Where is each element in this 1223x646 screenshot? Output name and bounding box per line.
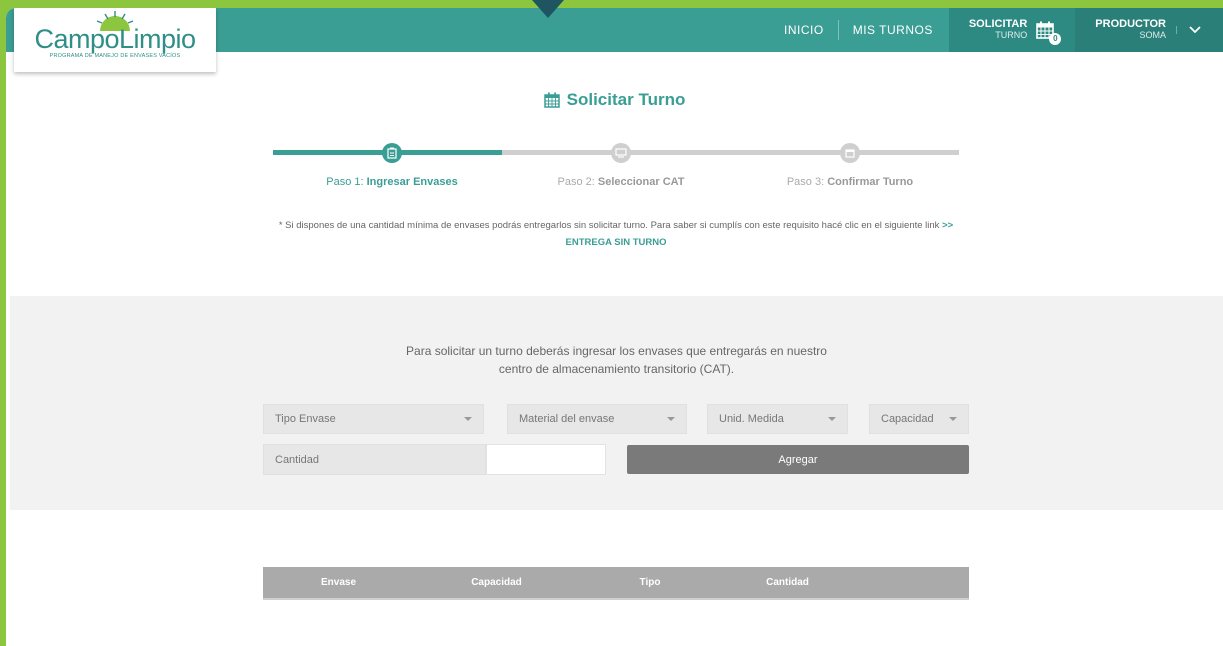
progress-stepper: Paso 1: Ingresar Envases Paso 2: Selecci… [273, 143, 959, 195]
calendar-icon [543, 92, 560, 108]
agregar-button[interactable]: Agregar [627, 445, 969, 474]
nav-mis-turnos[interactable]: MIS TURNOS [839, 8, 947, 52]
envases-table-header: Envase Capacidad Tipo Cantidad [263, 567, 969, 600]
app-frame: INICIO MIS TURNOS SOLICITAR TURNO 0 PROD… [6, 8, 1223, 646]
step-1-name: Ingresar Envases [366, 176, 458, 188]
solicitar-subtitle: TURNO [995, 30, 1028, 40]
solicitar-title: SOLICITAR [968, 18, 1028, 30]
step-3-icon [840, 143, 860, 163]
chevron-down-icon[interactable] [1176, 26, 1213, 34]
unidad-value: Unid. Medida [719, 413, 784, 425]
calendar-icon: 0 [1035, 20, 1062, 45]
chevron-down-icon [464, 417, 472, 421]
solicitar-turno-text: SOLICITAR TURNO [969, 19, 1027, 41]
chevron-down-icon [828, 417, 836, 421]
step-1-icon [382, 143, 402, 163]
logo-name: CampoLimpio [34, 24, 196, 54]
step-3-name: Confirmar Turno [827, 176, 914, 188]
turnos-count-badge: 0 [1049, 33, 1062, 45]
th-envase: Envase [320, 577, 357, 588]
chevron-down-icon [949, 417, 957, 421]
productor-title: PRODUCTOR [1095, 18, 1166, 30]
entrega-sin-turno-note: * Si dispones de una cantidad mínima de … [266, 217, 966, 251]
cantidad-label: Cantidad [263, 444, 486, 475]
step-1-prefix: Paso 1: [326, 176, 367, 188]
form-intro-line-2: centro de almacenamiento transitorio (CA… [498, 362, 735, 376]
chevron-down-icon [667, 417, 675, 421]
th-cantidad: Cantidad [766, 577, 809, 588]
campolimpio-logo[interactable]: CampoLimpio PROGRAMA DE MANEJO DE ENVASE… [14, 8, 216, 72]
step-2-icon [611, 143, 631, 163]
page-title: Solicitar Turno [6, 90, 1223, 110]
material-value: Material del envase [519, 413, 615, 425]
solicitar-turno-button[interactable]: SOLICITAR TURNO 0 [948, 8, 1076, 52]
tipo-envase-value: Tipo Envase [275, 413, 336, 425]
productor-text: PRODUCTOR SOMA [1095, 19, 1166, 41]
th-capacidad: Capacidad [471, 577, 522, 588]
productor-menu[interactable]: PRODUCTOR SOMA [1075, 8, 1223, 52]
step-3-prefix: Paso 3: [786, 176, 828, 188]
th-tipo: Tipo [639, 577, 661, 588]
page-title-text: Solicitar Turno [566, 90, 686, 109]
form-intro-line-1: Para solicitar un turno deberás ingresar… [406, 344, 827, 358]
note-text: * Si dispones de una cantidad mínima de … [278, 220, 943, 231]
step-2-name: Seleccionar CAT [597, 176, 685, 188]
logo-tagline: PROGRAMA DE MANEJO DE ENVASES VACÍOS [49, 53, 181, 59]
step-1-label: Paso 1: Ingresar Envases [326, 176, 457, 188]
material-select[interactable]: Material del envase [507, 404, 687, 434]
step-2-prefix: Paso 2: [557, 176, 598, 188]
productor-name: SOMA [1139, 30, 1166, 40]
capacidad-select[interactable]: Capacidad [869, 404, 969, 434]
tipo-envase-select[interactable]: Tipo Envase [263, 404, 484, 434]
header-notch [532, 0, 564, 18]
envases-form-panel: Para solicitar un turno deberás ingresar… [10, 296, 1223, 510]
cantidad-input[interactable] [486, 444, 606, 475]
capacidad-value: Capacidad [881, 413, 934, 425]
form-intro: Para solicitar un turno deberás ingresar… [10, 342, 1223, 378]
step-2-label: Paso 2: Seleccionar CAT [558, 176, 685, 188]
step-3-label: Paso 3: Confirmar Turno [787, 176, 913, 188]
nav-inicio[interactable]: INICIO [770, 8, 838, 52]
unidad-medida-select[interactable]: Unid. Medida [707, 404, 848, 434]
